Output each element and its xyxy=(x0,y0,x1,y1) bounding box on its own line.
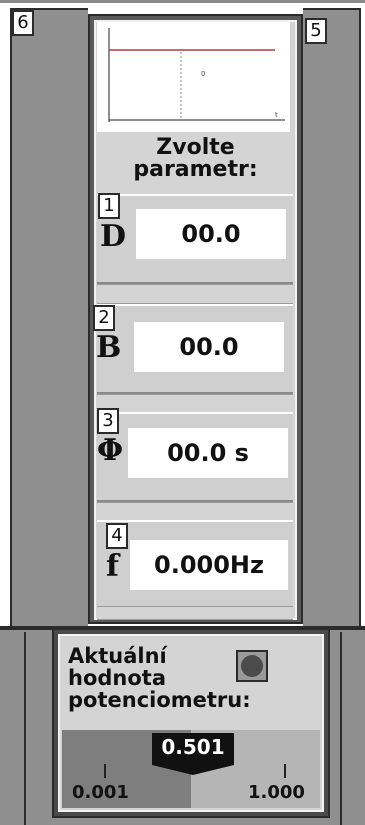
param-separator-1 xyxy=(97,284,293,304)
potentiometer-title: Aktuální hodnota potenciometru: xyxy=(68,644,251,712)
param-symbol-2: B xyxy=(96,330,122,365)
param-symbol-4: f xyxy=(106,549,119,584)
param-index-4: 4 xyxy=(106,523,128,549)
potentiometer-title-line-2: hodnota xyxy=(68,666,166,690)
param-separator-4 xyxy=(97,606,293,620)
potentiometer-title-line-1: Aktuální xyxy=(68,644,167,668)
param-index-2: 2 xyxy=(93,305,115,331)
param-value-3[interactable]: 00.0 s xyxy=(128,428,288,478)
param-index-3: 3 xyxy=(97,408,119,434)
corner-label-5: 5 xyxy=(305,18,327,44)
param-separator-3 xyxy=(97,502,293,522)
graph-svg: 0 t xyxy=(108,28,285,122)
bottom-left-line xyxy=(24,632,26,825)
prompt-text: Zvolte parametr: xyxy=(98,137,293,181)
slider-min-label: 0.001 xyxy=(72,782,129,803)
potentiometer-value: 0.501 xyxy=(152,733,234,761)
potentiometer-title-line-3: potenciometru: xyxy=(68,688,251,712)
prompt-line-2: parametr: xyxy=(133,157,258,182)
slider-max-tick xyxy=(284,764,286,778)
corner-label-6: 6 xyxy=(12,10,34,36)
param-index-1: 1 xyxy=(98,193,120,219)
prompt-line-1: Zvolte xyxy=(156,135,235,160)
graph-axis-label: t xyxy=(275,111,278,119)
param-symbol-1: D xyxy=(100,219,127,254)
param-symbol-3: Φ xyxy=(97,433,124,468)
status-led-indicator xyxy=(241,655,263,677)
slider-min-tick xyxy=(104,764,106,778)
slider-pointer-icon[interactable] xyxy=(152,761,234,775)
graph-small-label: 0 xyxy=(201,70,205,78)
param-separator-2 xyxy=(97,394,293,414)
param-value-1[interactable]: 00.0 xyxy=(136,209,286,259)
slider-max-label: 1.000 xyxy=(248,782,305,803)
left-column xyxy=(10,8,88,626)
bottom-right-line xyxy=(340,632,342,825)
right-column xyxy=(303,8,361,626)
param-value-4[interactable]: 0.000Hz xyxy=(130,540,288,590)
top-border xyxy=(0,0,365,3)
signal-graph: 0 t xyxy=(97,22,290,132)
param-value-2[interactable]: 00.0 xyxy=(134,322,284,372)
